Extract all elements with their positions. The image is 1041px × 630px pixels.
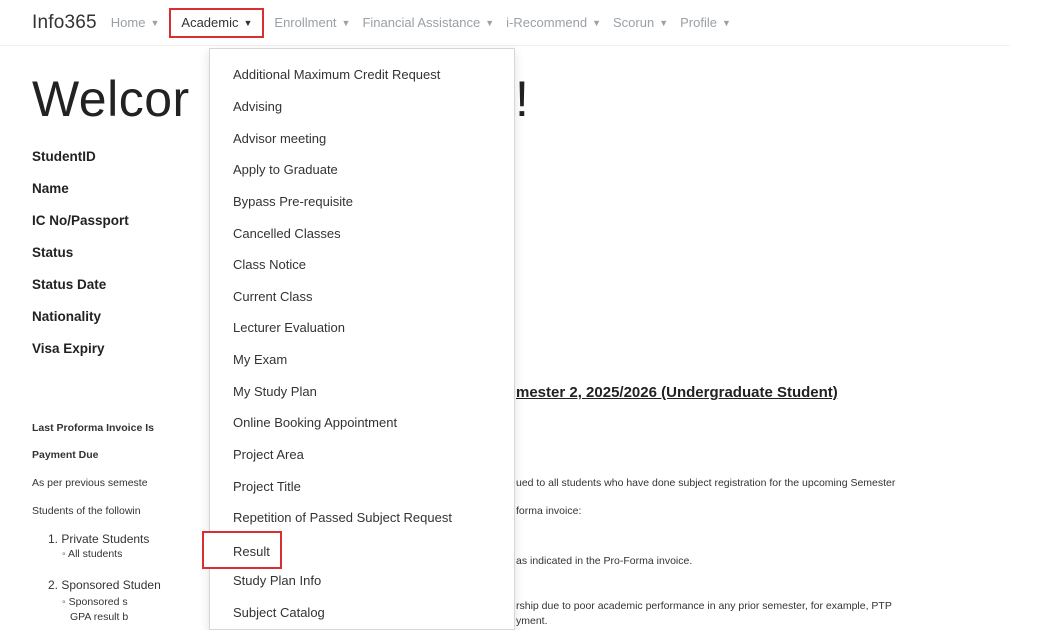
label-nationality: Nationality	[32, 309, 102, 324]
caret-down-icon: ▼	[659, 17, 669, 28]
list-item-private: 1. Private Students	[48, 532, 150, 546]
brand-logo[interactable]: Info365	[32, 12, 97, 34]
list-subitem-private: ◦ All students	[62, 548, 123, 560]
menu-item-cancelled-classes[interactable]: Cancelled Classes	[233, 224, 341, 244]
nav-scorun-label: Scorun	[613, 15, 655, 30]
label-name: Name	[32, 181, 69, 196]
nav-financial-assistance-label: Financial Assistance	[362, 15, 481, 30]
welcome-heading: Welcor	[32, 71, 190, 127]
nav-home[interactable]: Home ▼	[111, 8, 160, 38]
last-invoice-label: Last Proforma Invoice Is	[32, 422, 154, 434]
nav-i-recommend[interactable]: i-Recommend ▼	[506, 8, 601, 38]
notice-text-2: Students of the followin	[32, 505, 141, 517]
student-info-labels: StudentID Name IC No/Passport Status Sta…	[32, 148, 129, 372]
menu-item-my-study-plan[interactable]: My Study Plan	[233, 382, 317, 402]
list-subitem-sponsored: ◦ Sponsored s	[62, 596, 128, 608]
nav-home-label: Home	[110, 15, 146, 30]
notice-text-1-cont: ued to all students who have done subjec…	[516, 477, 896, 489]
menu-item-class-notice[interactable]: Class Notice	[233, 255, 306, 275]
menu-item-additional-max-credit[interactable]: Additional Maximum Credit Request	[233, 65, 440, 85]
notice-text-3-cont: as indicated in the Pro-Forma invoice.	[516, 555, 693, 567]
payment-due-label: Payment Due	[32, 449, 99, 461]
caret-down-icon: ▼	[341, 17, 351, 28]
label-status: Status	[32, 245, 74, 260]
welcome-heading-end: !	[515, 71, 529, 127]
nav-profile[interactable]: Profile ▼	[680, 8, 731, 38]
menu-item-advising[interactable]: Advising	[233, 97, 282, 117]
menu-item-study-plan-info[interactable]: Study Plan Info	[233, 571, 321, 591]
notice-text-5-cont: yment.	[516, 615, 548, 627]
nav-i-recommend-label: i-Recommend	[506, 15, 588, 30]
nav-enrollment-label: Enrollment	[274, 15, 337, 30]
caret-down-icon: ▼	[150, 17, 160, 28]
label-ic-passport: IC No/Passport	[32, 213, 129, 228]
nav-scorun[interactable]: Scorun ▼	[613, 8, 668, 38]
caret-down-icon: ▼	[722, 17, 731, 28]
label-studentid: StudentID	[32, 149, 96, 164]
nav-enrollment[interactable]: Enrollment ▼	[274, 8, 350, 38]
menu-item-repetition-passed-subject[interactable]: Repetition of Passed Subject Request	[233, 508, 452, 528]
nav-academic[interactable]: Academic ▼	[169, 7, 265, 38]
notice-text-2-cont: forma invoice:	[516, 505, 582, 517]
nav-financial-assistance[interactable]: Financial Assistance ▼	[362, 8, 494, 38]
menu-item-project-title[interactable]: Project Title	[233, 477, 301, 497]
label-visa-expiry: Visa Expiry	[32, 341, 105, 356]
menu-item-my-exam[interactable]: My Exam	[233, 350, 287, 370]
menu-item-bypass-prerequisite[interactable]: Bypass Pre-requisite	[233, 192, 353, 212]
menu-item-project-area[interactable]: Project Area	[233, 445, 304, 465]
list-item-sponsored: 2. Sponsored Studen	[48, 578, 161, 592]
menu-item-result[interactable]: Result	[202, 531, 282, 569]
caret-down-icon: ▼	[243, 17, 253, 28]
menu-item-advisor-meeting[interactable]: Advisor meeting	[233, 129, 326, 149]
top-navbar: Info365 Home ▼ Academic ▼ Enrollment ▼ F…	[0, 0, 1010, 46]
nav-profile-label: Profile	[680, 15, 717, 30]
notice-text-1: As per previous semeste	[32, 477, 148, 489]
semester-title: mester 2, 2025/2026 (Undergraduate Stude…	[516, 384, 838, 401]
nav-academic-label: Academic	[181, 15, 239, 30]
menu-item-apply-graduate[interactable]: Apply to Graduate	[233, 160, 338, 180]
academic-dropdown-menu: Additional Maximum Credit Request Advisi…	[202, 48, 515, 630]
label-status-date: Status Date	[32, 277, 107, 292]
notice-text-4-cont: rship due to poor academic performance i…	[516, 600, 892, 612]
menu-item-current-class[interactable]: Current Class	[233, 287, 312, 307]
menu-item-lecturer-evaluation[interactable]: Lecturer Evaluation	[233, 318, 345, 338]
list-subitem-sponsored-2: GPA result b	[70, 611, 129, 623]
menu-item-subject-catalog[interactable]: Subject Catalog	[233, 603, 325, 623]
menu-item-online-booking[interactable]: Online Booking Appointment	[233, 413, 397, 433]
caret-down-icon: ▼	[592, 17, 602, 28]
caret-down-icon: ▼	[485, 17, 495, 28]
